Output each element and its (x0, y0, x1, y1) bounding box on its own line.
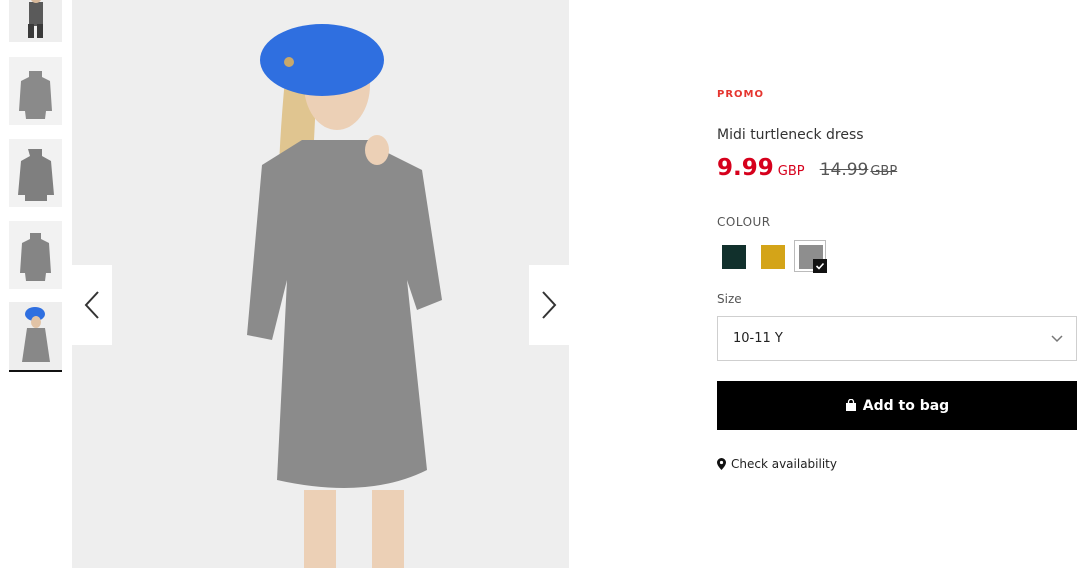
original-price-currency: GBP (870, 164, 898, 179)
original-price: 14.99 (819, 160, 869, 180)
thumbnail-2[interactable] (9, 57, 62, 125)
chevron-down-icon (1051, 335, 1063, 343)
active-thumbnail-indicator (9, 370, 62, 372)
swatch-chip (761, 245, 785, 269)
check-availability-link[interactable]: Check availability (717, 457, 837, 471)
size-label: Size (717, 292, 742, 306)
selected-check-icon (813, 259, 827, 273)
chevron-right-icon (542, 291, 557, 319)
product-page: PROMO Midi turtleneck dress 9.99 GBP 14.9… (0, 0, 1080, 568)
thumbnail-5[interactable] (9, 302, 62, 370)
promo-badge: PROMO (717, 89, 764, 100)
product-title: Midi turtleneck dress (717, 127, 864, 143)
add-to-bag-label: Add to bag (862, 397, 950, 414)
previous-image-button[interactable] (72, 265, 112, 345)
thumbnail-1[interactable] (9, 0, 62, 42)
chevron-left-icon (84, 291, 99, 319)
size-dropdown[interactable]: 10-11 Y (717, 316, 1077, 361)
thumbnail-4[interactable] (9, 221, 62, 289)
next-image-button[interactable] (529, 265, 569, 345)
swatch-dark-green[interactable] (717, 240, 749, 272)
current-price-currency: GBP (777, 164, 805, 179)
swatch-chip (722, 245, 746, 269)
price: 9.99 GBP 14.99 GBP (717, 155, 897, 181)
add-to-bag-button[interactable]: Add to bag (717, 381, 1077, 430)
map-pin-icon (717, 458, 726, 470)
current-price: 9.99 (717, 155, 774, 181)
shopping-bag-icon (845, 399, 856, 411)
check-availability-label: Check availability (731, 457, 837, 471)
size-selected-value: 10-11 Y (733, 331, 783, 346)
main-product-image (72, 0, 569, 568)
swatch-grey-melange[interactable] (794, 240, 827, 273)
thumbnail-3[interactable] (9, 139, 62, 207)
colour-label: COLOUR (717, 215, 771, 229)
swatch-mustard[interactable] (756, 240, 788, 272)
